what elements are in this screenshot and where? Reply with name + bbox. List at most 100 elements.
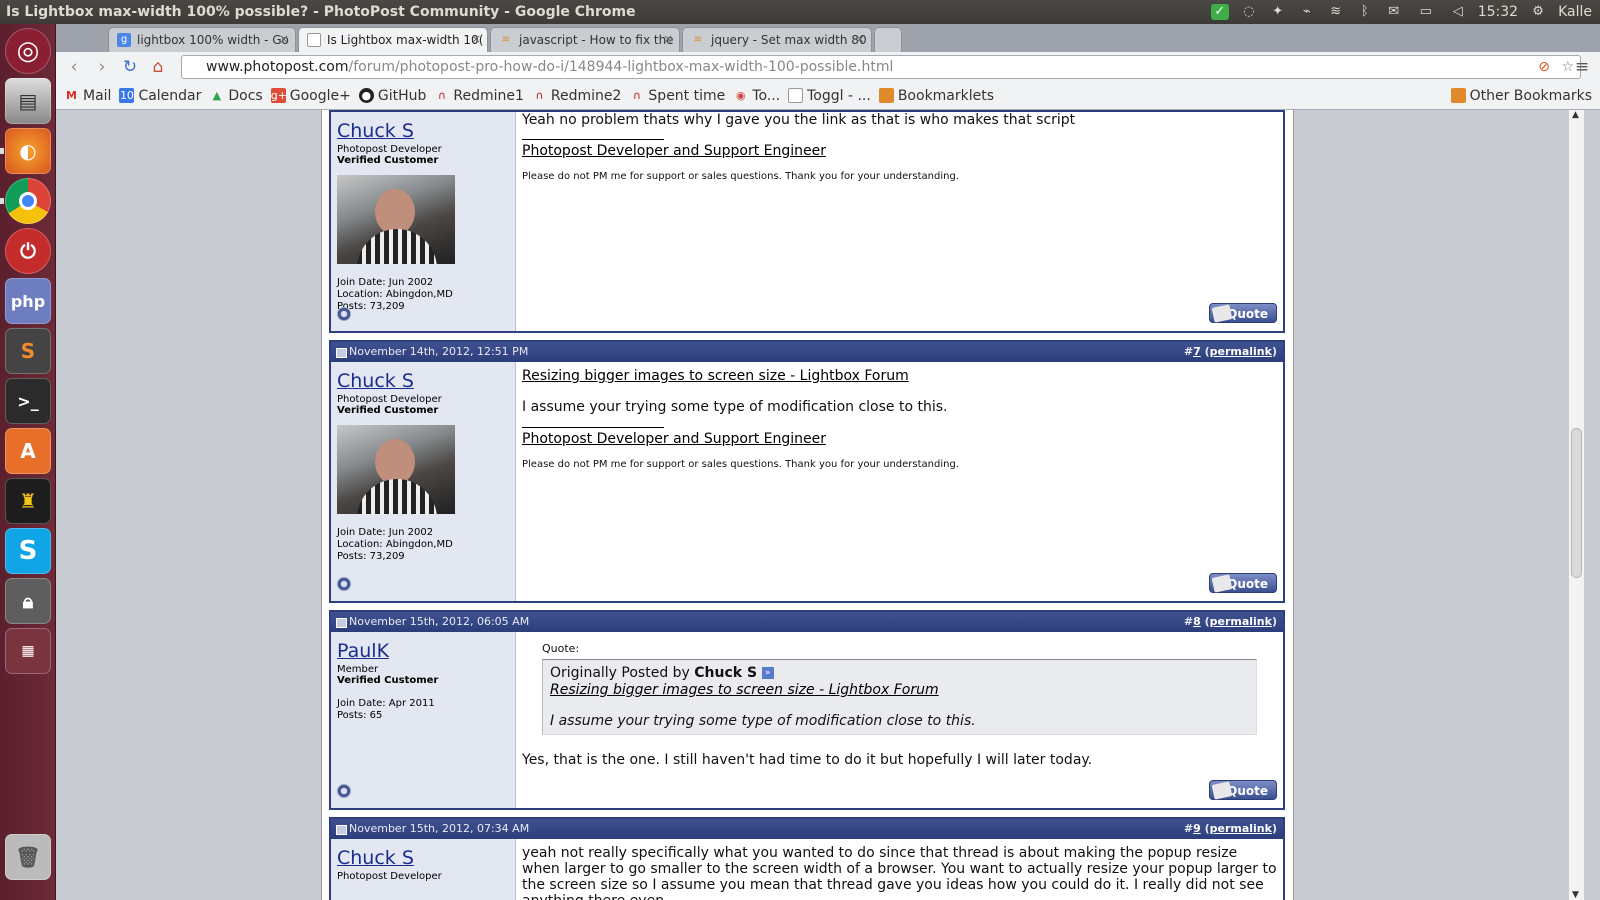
tab-label: jquery - Set max width 80 [711,33,867,47]
signature-note: Please do not PM me for support or sales… [522,459,959,470]
wifi-icon[interactable]: ≋ [1327,4,1345,20]
post-link[interactable]: Resizing bigger images to screen size - … [522,368,909,384]
indicator-area: ✓ ◌ ✦ ⌁ ≋ ᛒ ✉ ▭ ◁ 15:32 ⚙ Kalle [1210,4,1600,20]
post-text: Yes, that is the one. I still haven't ha… [522,752,1093,768]
lightbulb-icon[interactable]: ◌ [1240,4,1258,20]
firefox-icon[interactable]: ◐ [5,128,51,174]
scrollbar[interactable]: ▲ ▼ [1568,110,1584,900]
post-count: Posts: 73,209 [337,301,405,312]
signature-link[interactable]: Photopost Developer and Support Engineer [522,143,826,159]
join-date: Join Date: Jun 2002 [337,277,434,288]
post-number-link[interactable]: 8 [1193,615,1201,628]
bookmark-spent-time[interactable]: ∩ Spent time [629,88,725,104]
user-status: Verified Customer [337,155,439,166]
chrome-icon[interactable] [5,178,51,224]
bookmark-bookmarklets[interactable]: Bookmarklets [878,88,994,104]
post-number-link[interactable]: 7 [1193,345,1201,358]
dash-icon[interactable]: ◎ [5,28,51,74]
bookmark-todo[interactable]: ◉ To... [733,88,780,104]
bookmark-github[interactable]: ● GitHub [358,88,426,104]
username-link[interactable]: Chuck S [337,120,509,142]
bookmark-toggl[interactable]: Toggl - ... [788,88,871,104]
new-tab-button[interactable] [874,27,902,52]
other-bookmarks[interactable]: Other Bookmarks [1450,88,1592,104]
signature-link[interactable]: Photopost Developer and Support Engineer [522,431,826,447]
checkmark-icon[interactable]: ✓ [1210,4,1229,20]
skype-icon[interactable]: S [5,528,51,574]
close-tab-icon[interactable]: × [855,32,865,46]
tab-label: lightbox 100% width - Go [137,33,289,47]
bookmark-docs[interactable]: ▲ Docs [209,88,263,104]
forward-icon[interactable]: › [88,57,116,77]
software-center-icon[interactable]: A [5,428,51,474]
user-role: Photopost Developer [337,394,442,405]
tie-app-icon[interactable]: ♜ [5,478,51,524]
terminal-icon[interactable]: >_ [5,378,51,424]
battery-icon[interactable]: ▭ [1414,4,1438,20]
redmine-icon: ∩ [437,89,446,102]
user-name[interactable]: Kalle [1558,4,1592,20]
bookmark-googleplus[interactable]: g+ Google+ [270,88,351,104]
paperclip-icon[interactable]: ⌁ [1298,4,1316,20]
post-count: Posts: 65 [337,710,383,721]
stackoverflow-icon: ≡ [693,34,703,45]
scroll-down-icon[interactable]: ▼ [1572,890,1579,900]
quote-button[interactable]: Quote [1209,303,1277,323]
username-link[interactable]: PaulK [337,640,509,662]
lock-icon[interactable]: 🔒︎ [5,578,51,624]
post-number-link[interactable]: 9 [1193,822,1201,835]
quote-button[interactable]: Quote [1209,573,1277,593]
workspaces-icon[interactable]: ▦ [5,628,51,674]
volume-icon[interactable]: ◁ [1449,4,1467,20]
reload-icon[interactable]: ↻ [116,57,144,77]
bookmark-mail[interactable]: M Mail [64,88,111,104]
close-tab-icon[interactable]: × [663,32,673,46]
google-icon: g [117,33,131,47]
location: Location: Abingdon,MD [337,539,453,550]
sublime-text-icon[interactable]: S [5,328,51,374]
bookmark-redmine2[interactable]: ∩ Redmine2 [532,88,621,104]
quote-content: Originally Posted by Chuck S » Resizing … [542,659,1257,735]
post-sidebar: Chuck S Photopost Developer [331,839,516,900]
home-icon[interactable]: ⌂ [144,57,172,77]
tab-3[interactable]: ≡ jquery - Set max width 80 × [682,27,872,52]
username-link[interactable]: Chuck S [337,370,509,392]
scrollbar-thumb[interactable] [1571,428,1582,578]
bookmark-calendar[interactable]: 10 Calendar [119,88,201,104]
post: November 15th, 2012, 06:05 AM #8 (permal… [329,610,1285,810]
tab-2[interactable]: ≡ javascript - How to fix the × [490,27,680,52]
files-icon[interactable]: ▤ [5,78,51,124]
url-path: /forum/photopost-pro-how-do-i/148944-lig… [348,59,894,75]
php-icon[interactable]: php [5,278,51,324]
quote-link[interactable]: Resizing bigger images to screen size - … [550,682,939,698]
permalink-link[interactable]: permalink [1210,345,1272,358]
bluetooth-icon[interactable]: ᛒ [1356,4,1374,20]
address-bar[interactable]: www.photopost.com/forum/photopost-pro-ho… [181,55,1581,79]
back-icon[interactable]: ‹ [60,57,88,77]
extension-icon[interactable]: ⊘ [1538,56,1550,78]
online-status-icon [337,307,351,321]
post-sidebar: Chuck S Photopost Developer Verified Cus… [331,112,516,331]
close-tab-icon[interactable]: × [471,32,481,46]
quote-author-prefix: Originally Posted by [550,665,690,681]
view-post-icon[interactable]: » [761,667,774,679]
trash-icon[interactable]: 🗑︎ [5,834,51,880]
bookmark-redmine1[interactable]: ∩ Redmine1 [434,88,524,104]
power-icon[interactable]: ⏻ [5,228,51,274]
tab-1[interactable]: Is Lightbox max-width 10( × [298,27,488,52]
mail-icon[interactable]: ✉ [1385,4,1403,20]
clock[interactable]: 15:32 [1478,4,1518,20]
permalink-link[interactable]: permalink [1210,615,1272,628]
dropbox-icon[interactable]: ✦ [1269,4,1287,20]
gear-icon[interactable]: ⚙ [1529,4,1547,20]
post-number: #9 (permalink) [1183,822,1277,835]
username-link[interactable]: Chuck S [337,847,509,869]
post: Chuck S Photopost Developer Verified Cus… [329,110,1285,333]
permalink-link[interactable]: permalink [1210,822,1272,835]
quote-button[interactable]: Quote [1209,780,1277,800]
tab-0[interactable]: g lightbox 100% width - Go × [108,27,296,52]
scroll-up-icon[interactable]: ▲ [1572,110,1579,120]
calendar-icon: 10 [119,88,135,103]
close-tab-icon[interactable]: × [279,32,289,46]
menu-icon[interactable]: ≡ [1568,57,1596,77]
